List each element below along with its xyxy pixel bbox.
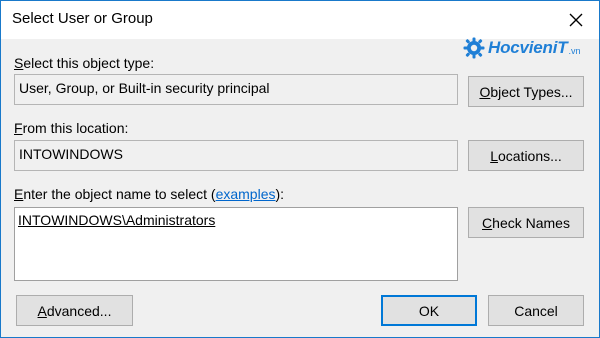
object-types-button[interactable]: Object Types... [468, 76, 584, 107]
watermark-logo: HocvieniT .vn [463, 34, 580, 62]
close-icon [569, 13, 583, 27]
object-name-input[interactable]: INTOWINDOWS\Administrators [14, 207, 458, 281]
watermark-text: HocvieniT [488, 38, 568, 57]
object-type-field: User, Group, or Built-in security princi… [14, 74, 458, 105]
examples-link[interactable]: examples [216, 186, 276, 202]
select-user-or-group-dialog: Select User or Group HocvieniT .vn Selec… [0, 0, 600, 338]
gear-icon [463, 37, 485, 59]
object-name-label: Enter the object name to select (example… [14, 186, 285, 202]
location-label: From this location: [14, 120, 129, 136]
advanced-button[interactable]: Advanced... [16, 295, 133, 326]
location-field: INTOWINDOWS [14, 140, 458, 171]
watermark-suffix: .vn [568, 45, 581, 56]
cancel-button[interactable]: Cancel [488, 295, 584, 326]
locations-button[interactable]: Locations... [468, 140, 584, 171]
window-title: Select User or Group [12, 10, 153, 27]
object-type-label: Select this object type: [14, 55, 155, 71]
check-names-button[interactable]: Check Names [468, 207, 584, 238]
object-name-value: INTOWINDOWS\Administrators [18, 212, 216, 228]
ok-button[interactable]: OK [381, 295, 477, 326]
